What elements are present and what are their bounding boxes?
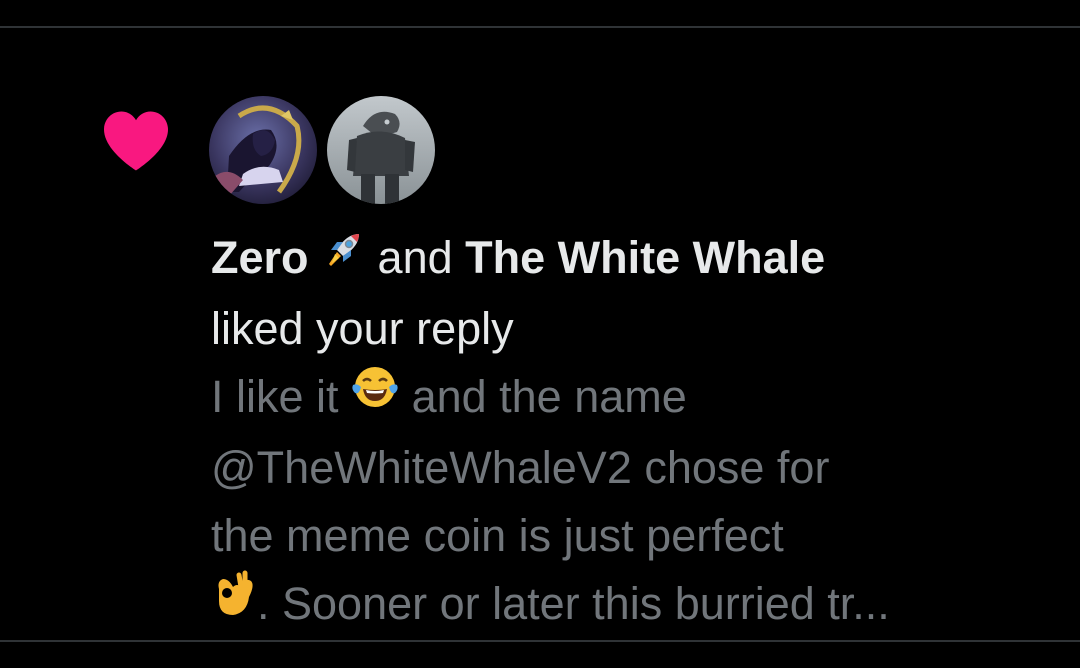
avatar-the-white-whale[interactable] [327, 96, 435, 204]
action-text: liked your reply [211, 303, 514, 355]
ok-hand-emoji-icon [211, 569, 257, 638]
reply-snippet[interactable]: I like it and the name @TheWhiteWhaleV2 … [211, 363, 1031, 642]
notification-content: Zero and The White Whale liked your repl… [211, 224, 1031, 642]
liker-names: Zero and The White Whale [211, 224, 1031, 295]
reply-line-1: I like it and the name [211, 363, 1031, 434]
reply-line-3: the meme coin is just perfect [211, 510, 784, 562]
user-name-zero[interactable]: Zero [211, 232, 309, 283]
reply-line-4-text: . Sooner or later this burried tr... [257, 578, 890, 630]
connector-text: and [377, 232, 453, 283]
heart-icon [104, 111, 168, 171]
avatar-group [209, 96, 435, 204]
reply-line-1-end: and the name [411, 371, 687, 423]
bottom-divider [0, 640, 1080, 642]
reply-line-1-start: I like it [211, 371, 339, 423]
like-notification[interactable]: Zero and The White Whale liked your repl… [0, 28, 1080, 640]
tears-of-joy-emoji-icon [351, 362, 399, 430]
avatar-zero[interactable] [209, 96, 317, 204]
reply-line-4: . Sooner or later this burried tr... [211, 570, 1031, 642]
user-name-the-white-whale[interactable]: The White Whale [465, 232, 825, 283]
rocket-emoji-icon [321, 223, 365, 291]
reply-line-2: @TheWhiteWhaleV2 chose for [211, 442, 830, 494]
